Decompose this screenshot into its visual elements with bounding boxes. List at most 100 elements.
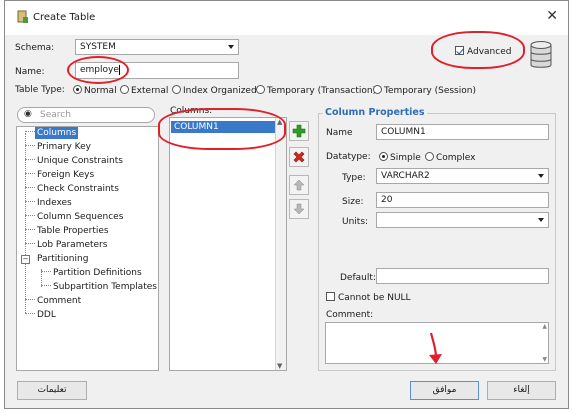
- tree-item-check-constraints-label: Check Constraints: [37, 184, 119, 194]
- delete-icon: [293, 151, 305, 163]
- tree-item-subpartition-templates[interactable]: Subpartition Templates: [41, 282, 159, 292]
- database-icon: [530, 41, 552, 68]
- table-type-temp-session-label: Temporary (Session): [384, 86, 476, 96]
- table-type-external[interactable]: External: [120, 85, 168, 96]
- tree-item-foreign-keys[interactable]: Foreign Keys: [25, 170, 96, 180]
- move-up-button[interactable]: [289, 175, 309, 195]
- title-bar: Create Table ✕: [5, 1, 568, 35]
- datatype-complex-label: Complex: [436, 153, 476, 163]
- tree-item-ddl-label: DDL: [37, 310, 56, 320]
- type-label: Type:: [342, 173, 366, 183]
- move-down-button[interactable]: [289, 199, 309, 219]
- tree-item-check-constraints[interactable]: Check Constraints: [25, 184, 121, 194]
- type-value: VARCHAR2: [381, 171, 430, 181]
- table-type-normal[interactable]: Normal: [73, 85, 117, 96]
- column-name-value: COLUMN1: [381, 127, 426, 137]
- add-column-button[interactable]: [289, 121, 309, 141]
- tree-item-table-properties-label: Table Properties: [37, 226, 109, 236]
- table-type-index-organized-label: Index Organized: [183, 86, 257, 96]
- table-type-temp-transaction-label: Temporary (Transaction): [267, 86, 377, 96]
- tree-item-indexes-label: Indexes: [37, 198, 72, 208]
- size-input[interactable]: 20: [376, 192, 549, 208]
- radio-icon: [172, 85, 181, 94]
- tree-item-comment-label: Comment: [37, 296, 82, 306]
- binoculars-icon: ◉: [24, 109, 32, 119]
- columns-list[interactable]: COLUMN1 ▲ ▼: [169, 117, 287, 371]
- radio-icon: [425, 152, 434, 161]
- schema-label: Schema:: [15, 43, 55, 53]
- tree-item-unique-constraints-label: Unique Constraints: [37, 156, 123, 166]
- tree-item-subpartition-templates-label: Subpartition Templates: [53, 282, 157, 292]
- name-label: Name:: [15, 67, 45, 77]
- tree-item-column-sequences[interactable]: Column Sequences: [25, 212, 125, 222]
- tree-item-columns[interactable]: Columns: [25, 127, 79, 139]
- scroll-down-icon[interactable]: ▼: [277, 362, 282, 370]
- tree-item-lob-parameters-label: Lob Parameters: [37, 240, 108, 250]
- default-label: Default:: [340, 273, 376, 283]
- collapse-icon[interactable]: −: [21, 255, 30, 264]
- radio-icon: [373, 85, 382, 94]
- create-table-dialog: Create Table ✕ Schema: SYSTEM Name: empl…: [4, 0, 569, 409]
- units-label: Units:: [342, 217, 369, 227]
- annotation-circle-advanced: [431, 31, 525, 69]
- tree-item-indexes[interactable]: Indexes: [25, 198, 74, 208]
- tree-item-columns-label: Columns: [35, 127, 79, 139]
- tree-item-partitioning-label: Partitioning: [37, 254, 89, 264]
- schema-value: SYSTEM: [80, 42, 116, 52]
- close-icon[interactable]: ✕: [546, 8, 558, 24]
- radio-icon: [379, 152, 388, 161]
- table-type-external-label: External: [131, 86, 169, 96]
- tree-item-primary-key[interactable]: Primary Key: [25, 142, 93, 152]
- tree-item-table-properties[interactable]: Table Properties: [25, 226, 111, 236]
- ok-button[interactable]: موافق: [410, 381, 479, 400]
- search-placeholder: Search: [40, 110, 71, 120]
- datatype-complex-radio[interactable]: Complex: [425, 152, 475, 163]
- column-name-input[interactable]: COLUMN1: [376, 124, 549, 140]
- column-name-label: Name: [326, 128, 353, 138]
- radio-icon: [256, 85, 265, 94]
- arrow-down-icon: [293, 203, 305, 215]
- columns-scrollbar[interactable]: ▲ ▼: [275, 118, 286, 370]
- tree-item-lob-parameters[interactable]: Lob Parameters: [25, 240, 109, 250]
- scroll-up-icon[interactable]: ▲: [542, 323, 547, 330]
- tree-item-partitioning[interactable]: − Partitioning: [21, 254, 90, 264]
- schema-select[interactable]: SYSTEM: [75, 39, 239, 55]
- default-input[interactable]: [376, 268, 549, 284]
- navigation-tree: Columns Primary Key Unique Constraints F…: [16, 126, 159, 371]
- tree-item-ddl[interactable]: DDL: [25, 310, 58, 320]
- tree-item-unique-constraints[interactable]: Unique Constraints: [25, 156, 125, 166]
- annotation-arrow: [429, 332, 442, 364]
- table-type-index-organized[interactable]: Index Organized: [172, 85, 257, 96]
- help-button[interactable]: تعليمات: [17, 381, 87, 400]
- search-input[interactable]: ◉ Search: [17, 107, 155, 123]
- arrow-up-icon: [293, 179, 305, 191]
- annotation-circle-name: [67, 56, 129, 84]
- units-select[interactable]: [376, 212, 549, 228]
- not-null-label: Cannot be NULL: [338, 293, 411, 303]
- datatype-label: Datatype:: [326, 152, 371, 162]
- chevron-down-icon: [538, 218, 544, 222]
- scroll-down-icon[interactable]: ▼: [542, 356, 547, 363]
- tree-item-comment[interactable]: Comment: [25, 296, 83, 306]
- table-type-normal-label: Normal: [84, 86, 117, 96]
- tree-item-partition-definitions[interactable]: Partition Definitions: [41, 268, 144, 278]
- chevron-down-icon: [538, 174, 544, 178]
- column-properties-heading: Column Properties: [323, 107, 427, 118]
- database-table-icon: [17, 10, 28, 23]
- chevron-down-icon: [228, 45, 234, 49]
- table-type-temp-transaction[interactable]: Temporary (Transaction): [256, 85, 376, 96]
- annotation-circle-columns: [158, 108, 286, 150]
- datatype-simple-label: Simple: [390, 153, 421, 163]
- type-select[interactable]: VARCHAR2: [376, 168, 549, 184]
- checkbox-icon: [326, 292, 335, 301]
- tree-item-partition-definitions-label: Partition Definitions: [53, 268, 142, 278]
- datatype-simple-radio[interactable]: Simple: [379, 152, 421, 163]
- remove-column-button[interactable]: [289, 147, 309, 167]
- table-type-temp-session[interactable]: Temporary (Session): [373, 85, 476, 96]
- tree-item-column-sequences-label: Column Sequences: [37, 212, 124, 222]
- radio-icon: [120, 85, 129, 94]
- plus-icon: [292, 124, 306, 138]
- window-title: Create Table: [33, 12, 96, 23]
- not-null-checkbox[interactable]: Cannot be NULL: [326, 292, 411, 303]
- cancel-button[interactable]: إلغاء: [487, 381, 556, 400]
